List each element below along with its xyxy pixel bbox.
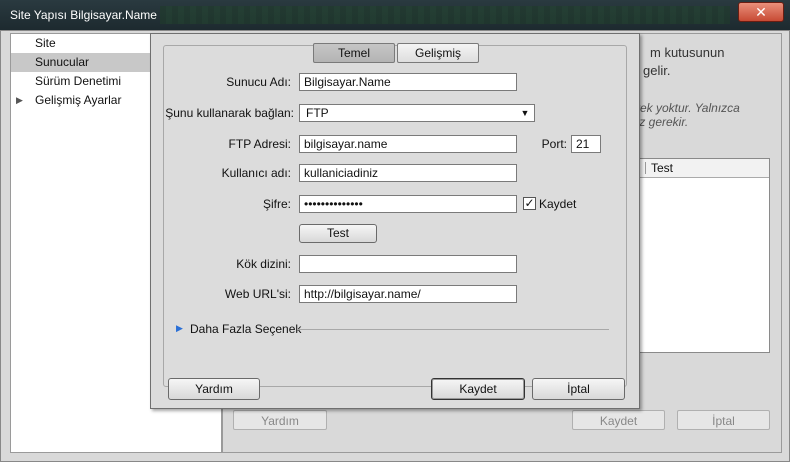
title-bar: Site Yapısı Bilgisayar.Name ✕: [0, 0, 790, 30]
root-dir-input[interactable]: [299, 255, 517, 273]
web-url-input[interactable]: http://bilgisayar.name/: [299, 285, 517, 303]
close-icon[interactable]: ✕: [738, 2, 784, 22]
save-password-label: Kaydet: [539, 197, 577, 211]
sidebar-item-label: Gelişmiş Ayarlar: [35, 93, 122, 107]
table-header: Test: [637, 159, 769, 178]
bg-description-text: m kutusunun: [650, 45, 725, 60]
server-list-table[interactable]: Test: [636, 158, 770, 353]
more-options-toggle[interactable]: Daha Fazla Seçenek: [190, 320, 301, 338]
web-url-label: Web URL'si:: [224, 287, 291, 301]
connect-using-value: FTP: [306, 106, 329, 120]
server-name-label: Sunucu Adı:: [226, 75, 291, 89]
connect-using-label: Şunu kullanarak bağlan:: [165, 106, 294, 120]
sidebar-item-label: Site: [35, 36, 56, 50]
server-settings-dialog: Temel Gelişmiş Sunucu Adı: Bilgisayar.Na…: [150, 33, 640, 409]
title-bar-texture: [160, 6, 730, 24]
port-input[interactable]: 21: [571, 135, 601, 153]
password-label: Şifre:: [262, 197, 291, 211]
expand-icon[interactable]: ▶: [176, 323, 183, 334]
username-label: Kullanıcı adı:: [221, 166, 291, 180]
bg-cancel-button[interactable]: İptal: [677, 410, 770, 430]
window-title: Site Yapısı Bilgisayar.Name: [10, 8, 157, 22]
sidebar-item-label: Sürüm Denetimi: [35, 74, 122, 88]
ftp-address-input[interactable]: bilgisayar.name: [299, 135, 517, 153]
tab-advanced[interactable]: Gelişmiş: [397, 43, 479, 63]
server-name-input[interactable]: Bilgisayar.Name: [299, 73, 517, 91]
port-label: Port:: [541, 137, 567, 151]
username-input[interactable]: kullaniciadiniz: [299, 164, 517, 182]
cancel-button[interactable]: İptal: [532, 378, 625, 400]
more-options-divider: [297, 329, 609, 330]
bg-save-button[interactable]: Kaydet: [572, 410, 665, 430]
test-button[interactable]: Test: [299, 224, 377, 243]
password-input[interactable]: ••••••••••••••: [299, 195, 517, 213]
save-password-checkbox[interactable]: ✓: [523, 197, 536, 210]
expand-icon[interactable]: ▶: [16, 91, 23, 110]
bg-description-text: gelir.: [643, 63, 671, 78]
column-header-test[interactable]: Test: [651, 161, 673, 175]
column-separator: [645, 162, 646, 174]
ftp-address-label: FTP Adresi:: [228, 137, 291, 151]
chevron-down-icon[interactable]: ▼: [518, 106, 532, 120]
save-button[interactable]: Kaydet: [431, 378, 525, 400]
sidebar-item-label: Sunucular: [35, 55, 90, 69]
tab-basic[interactable]: Temel: [313, 43, 395, 63]
bg-note-text: ız gerekir.: [636, 115, 689, 129]
connect-using-select[interactable]: FTP ▼: [299, 104, 535, 122]
help-button[interactable]: Yardım: [168, 378, 260, 400]
root-dir-label: Kök dizini:: [236, 257, 291, 271]
bg-note-text: rek yoktur. Yalnızca: [636, 101, 740, 115]
bg-help-button[interactable]: Yardım: [233, 410, 327, 430]
